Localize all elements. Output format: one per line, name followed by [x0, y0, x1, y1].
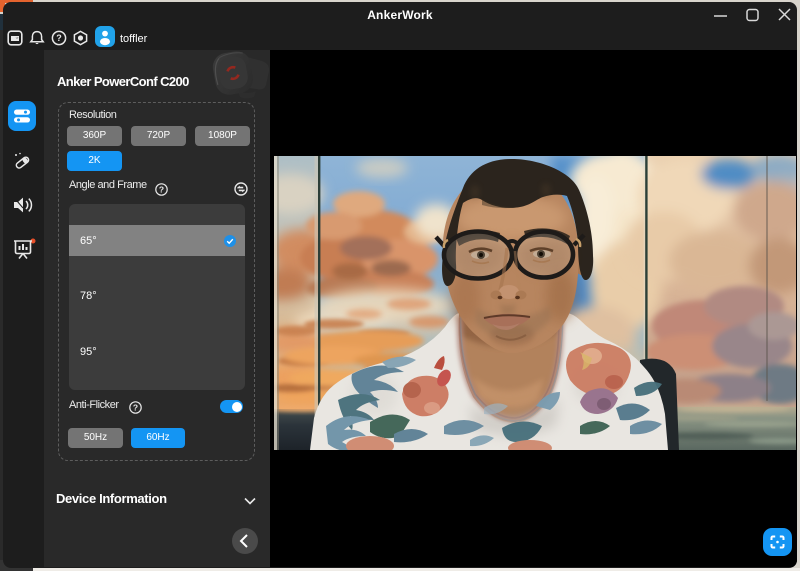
- svg-text:?: ?: [56, 33, 62, 43]
- svg-text:?: ?: [159, 185, 164, 195]
- svg-text:?: ?: [133, 403, 138, 413]
